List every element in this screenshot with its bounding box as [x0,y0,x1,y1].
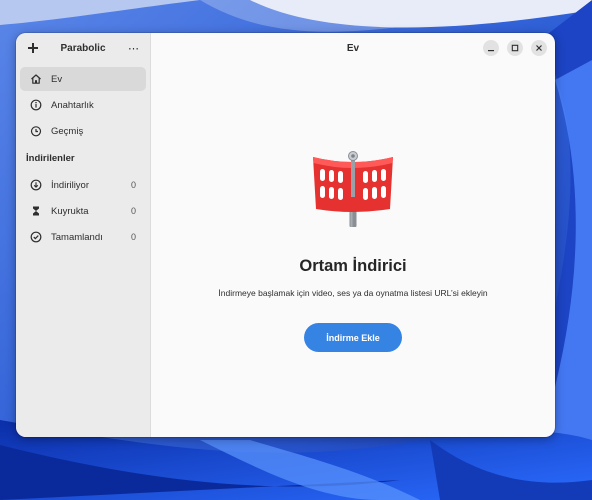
empty-state-description: İndirmeye başlamak için video, ses ya da… [218,288,488,298]
completed-count: 0 [130,232,136,242]
minimize-button[interactable] [483,40,499,56]
check-circle-icon [30,231,42,243]
more-options-icon[interactable]: ⋯ [126,42,142,55]
minimize-icon [488,50,494,52]
main-content: Ev Ortam İndirici İndirmeye başlamak içi… [151,33,555,437]
maximize-icon [511,44,519,52]
sidebar-item-downloading[interactable]: İndiriliyor 0 [20,173,146,197]
header-bar: Ev [151,33,555,63]
queued-count: 0 [130,206,136,216]
close-button[interactable] [531,40,547,56]
plus-icon[interactable] [26,41,40,55]
add-download-button[interactable]: İndirme Ekle [304,323,402,352]
parabolic-dish-icon [310,151,396,231]
download-icon [30,179,42,191]
sidebar-item-completed[interactable]: Tamamlandı 0 [20,225,146,249]
maximize-button[interactable] [507,40,523,56]
sidebar-item-label: Anahtarlık [51,99,94,111]
empty-state: Ortam İndirici İndirmeye başlamak için v… [151,151,555,352]
app-window: Parabolic ⋯ Ev Anahtarlık Geçmiş İndiril… [16,33,555,437]
page-title: Ev [346,42,360,54]
sidebar: Parabolic ⋯ Ev Anahtarlık Geçmiş İndiril… [16,33,151,437]
sidebar-header: Parabolic ⋯ [16,33,150,63]
sidebar-item-label: İndiriliyor [51,179,90,191]
home-icon [30,73,42,85]
app-title: Parabolic [60,42,106,54]
close-icon [536,45,542,51]
info-icon [30,99,42,111]
history-icon [30,125,42,137]
sidebar-item-label: Geçmiş [51,125,84,137]
downloading-count: 0 [130,180,136,190]
sidebar-item-label: Tamamlandı [51,231,103,243]
hourglass-icon [30,205,42,217]
sidebar-item-home[interactable]: Ev [20,67,146,91]
sidebar-item-label: Kuyrukta [51,205,89,217]
sidebar-item-keyring[interactable]: Anahtarlık [20,93,146,117]
empty-state-title: Ortam İndirici [299,257,407,275]
downloads-section-heading: İndirilenler [26,152,75,164]
window-controls [483,40,547,56]
sidebar-item-history[interactable]: Geçmiş [20,119,146,143]
sidebar-item-queued[interactable]: Kuyrukta 0 [20,199,146,223]
sidebar-item-label: Ev [51,73,63,85]
